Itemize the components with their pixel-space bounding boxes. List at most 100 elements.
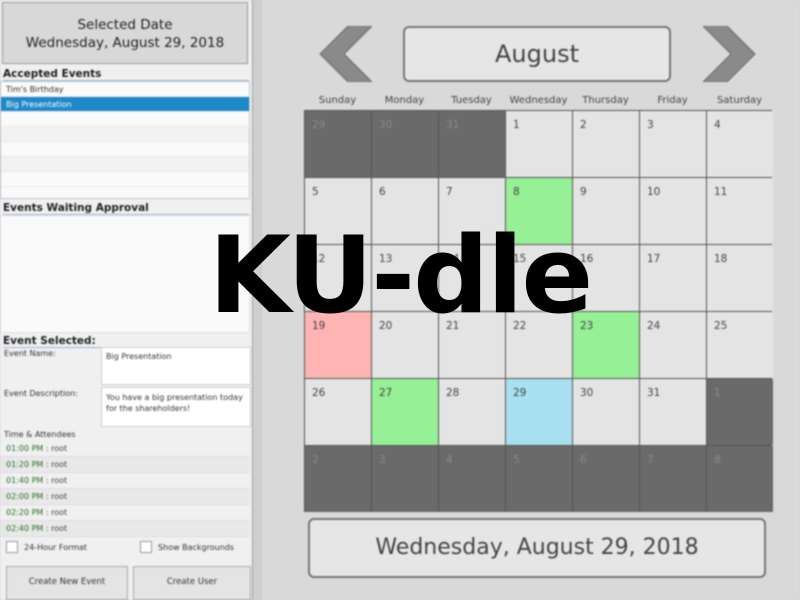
calendar-day-cell[interactable]: 31: [640, 379, 706, 445]
time-slot-attendee: : root: [43, 476, 68, 485]
calendar-day-cell[interactable]: 29: [506, 379, 572, 445]
calendar-day-cell[interactable]: 29: [305, 111, 371, 177]
accepted-event-empty-row: [1, 142, 249, 157]
hour24-checkbox-box[interactable]: [6, 541, 18, 553]
accepted-event-empty-row: [1, 172, 249, 187]
time-attendee-row[interactable]: 01:40 PM : root: [0, 473, 250, 489]
calendar-day-cell[interactable]: 27: [372, 379, 438, 445]
calendar-day-number: 7: [647, 454, 654, 466]
calendar-day-number: 30: [580, 387, 594, 399]
calendar-day-number: 26: [312, 387, 326, 399]
time-slot-attendee: : root: [43, 508, 68, 517]
calendar-day-number: 5: [312, 186, 319, 198]
calendar-day-cell[interactable]: 4: [439, 446, 505, 512]
calendar-day-number: 5: [513, 454, 520, 466]
accepted-event-empty-row: [1, 127, 249, 142]
time-attendees-label: Time & Attendees: [4, 430, 76, 439]
weekday-label: Wednesday: [509, 95, 568, 106]
time-attendee-row[interactable]: 01:20 PM : root: [0, 457, 250, 473]
event-name-label: Event Name:: [4, 349, 56, 358]
calendar-day-cell[interactable]: 30: [372, 111, 438, 177]
weekday-label: Tuesday: [451, 95, 492, 106]
calendar-day-cell[interactable]: 3: [372, 446, 438, 512]
time-slot-attendee: : root: [43, 524, 68, 533]
calendar-day-number: 7: [446, 186, 453, 198]
selected-date-heading: Selected Date: [77, 17, 173, 33]
create-user-button[interactable]: Create User: [133, 566, 251, 600]
weekday-label: Sunday: [318, 95, 357, 106]
time-attendee-row[interactable]: 01:00 PM : root: [0, 441, 250, 457]
calendar-day-cell[interactable]: 28: [439, 379, 505, 445]
calendar-day-number: 27: [379, 387, 393, 399]
calendar-day-cell[interactable]: 2: [573, 111, 639, 177]
calendar-day-number: 31: [647, 387, 661, 399]
calendar-day-cell[interactable]: 8: [707, 446, 773, 512]
show-backgrounds-checkbox-box[interactable]: [140, 541, 152, 553]
weekday-label: Saturday: [716, 95, 763, 106]
accepted-event-empty-row: [1, 112, 249, 127]
hour24-checkbox[interactable]: 24-Hour Format: [6, 541, 87, 553]
calendar-day-number: 29: [312, 119, 326, 131]
calendar-day-number: 3: [379, 454, 386, 466]
time-attendee-row[interactable]: 02:00 PM : root: [0, 489, 250, 505]
event-description-label: Event Description:: [4, 389, 78, 398]
calendar-day-cell[interactable]: 5: [506, 446, 572, 512]
month-title: August: [403, 26, 671, 82]
chevron-left-icon: [319, 25, 374, 83]
calendar-day-number: 9: [580, 186, 587, 198]
calendar-day-number: 4: [446, 454, 453, 466]
show-backgrounds-checkbox-label: Show Backgrounds: [158, 542, 235, 552]
calendar-day-cell[interactable]: 31: [439, 111, 505, 177]
accepted-event-item[interactable]: Tim's Birthday: [1, 82, 249, 97]
calendar-day-number: 28: [446, 387, 460, 399]
time-slot-attendee: : root: [43, 460, 68, 469]
calendar-day-number: 11: [714, 186, 728, 198]
calendar-day-cell[interactable]: 3: [640, 111, 706, 177]
time-slot-attendee: : root: [43, 492, 68, 501]
calendar-day-number: 3: [647, 119, 654, 131]
calendar-day-cell[interactable]: 26: [305, 379, 371, 445]
calendar-day-number: 6: [580, 454, 587, 466]
calendar-day-number: 29: [513, 387, 527, 399]
event-description-field[interactable]: You have a big presentation today for th…: [101, 387, 251, 427]
accepted-events-list[interactable]: Tim's Birthday Big Presentation: [0, 81, 250, 199]
calendar-day-number: 2: [580, 119, 587, 131]
time-attendees-list[interactable]: 01:00 PM : root 01:20 PM : root 01:40 PM :…: [0, 441, 250, 537]
accepted-event-empty-row: [1, 157, 249, 172]
calendar-day-cell[interactable]: 4: [707, 111, 773, 177]
calendar-day-cell[interactable]: 30: [573, 379, 639, 445]
calendar-day-number: 1: [513, 119, 520, 131]
time-attendee-row[interactable]: 02:40 PM : root: [0, 521, 250, 537]
next-month-button[interactable]: [701, 25, 757, 86]
calendar-day-number: 2: [312, 454, 319, 466]
create-new-event-button[interactable]: Create New Event: [6, 566, 128, 600]
calendar-day-number: 31: [446, 119, 460, 131]
calendar-day-number: 4: [714, 119, 721, 131]
weekday-label: Friday: [657, 95, 688, 106]
time-slot-time: 01:40 PM: [6, 476, 44, 485]
calendar-day-cell[interactable]: 7: [640, 446, 706, 512]
chevron-right-icon: [701, 25, 756, 83]
calendar-day-number: 8: [513, 186, 520, 198]
calendar-day-number: 10: [647, 186, 661, 198]
selected-date-value: Wednesday, August 29, 2018: [25, 35, 225, 51]
time-slot-attendee: : root: [43, 444, 68, 453]
selected-date-panel: Selected Date Wednesday, August 29, 2018: [2, 2, 248, 64]
calendar-day-cell[interactable]: 1: [707, 379, 773, 445]
selected-date-bar: Wednesday, August 29, 2018: [308, 518, 766, 578]
calendar-day-cell[interactable]: 6: [573, 446, 639, 512]
time-slot-time: 02:20 PM: [6, 508, 44, 517]
overlay-title: KU-dle: [208, 214, 593, 337]
show-backgrounds-checkbox[interactable]: Show Backgrounds: [140, 541, 234, 553]
weekday-label: Monday: [384, 95, 425, 106]
calendar-day-number: 1: [714, 387, 721, 399]
time-slot-time: 01:20 PM: [6, 460, 44, 469]
time-slot-time: 02:00 PM: [6, 492, 44, 501]
calendar-day-cell[interactable]: 1: [506, 111, 572, 177]
accepted-events-title: Accepted Events: [3, 68, 249, 81]
prev-month-button[interactable]: [318, 25, 374, 86]
accepted-event-item[interactable]: Big Presentation: [1, 97, 249, 112]
calendar-day-cell[interactable]: 2: [305, 446, 371, 512]
time-attendee-row[interactable]: 02:20 PM : root: [0, 505, 250, 521]
event-name-field[interactable]: Big Presentation: [101, 347, 251, 385]
